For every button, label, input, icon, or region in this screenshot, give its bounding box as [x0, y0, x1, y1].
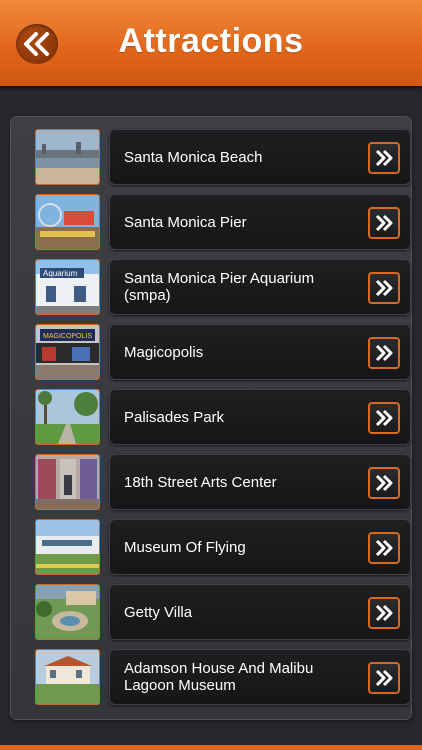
- double-chevron-right-icon: [375, 539, 393, 557]
- list-item[interactable]: Santa Monica Pier: [22, 194, 412, 252]
- double-chevron-right-icon: [375, 279, 393, 297]
- thumbnail-image: [35, 389, 100, 445]
- open-item-button[interactable]: [368, 402, 400, 434]
- list-item-label: Santa Monica Beach: [124, 148, 263, 166]
- list-item[interactable]: Palisades Park: [22, 389, 412, 447]
- list-item-card[interactable]: Magicopolis: [109, 324, 411, 380]
- list-item-label: Magicopolis: [124, 343, 204, 361]
- thumbnail-image: [35, 584, 100, 640]
- open-item-button[interactable]: [368, 662, 400, 694]
- list-item[interactable]: Adamson House And Malibu Lagoon Museum: [22, 649, 412, 707]
- page-title: Attractions: [118, 22, 304, 60]
- open-item-button[interactable]: [368, 597, 400, 629]
- double-chevron-right-icon: [375, 214, 393, 232]
- attractions-list: Santa Monica Beach Santa Monica Pier Aqu…: [11, 117, 411, 719]
- list-item-label: Santa Monica Pier Aquarium (smpa): [124, 270, 315, 304]
- list-item-card[interactable]: Santa Monica Pier: [109, 194, 411, 250]
- list-item[interactable]: Getty Villa: [22, 584, 412, 642]
- svg-text:Aquarium: Aquarium: [43, 269, 78, 278]
- list-item-card[interactable]: Santa Monica Beach: [109, 129, 411, 185]
- double-chevron-right-icon: [375, 669, 393, 687]
- list-item[interactable]: Museum Of Flying: [22, 519, 412, 577]
- list-item-card[interactable]: 18th Street Arts Center: [109, 454, 411, 510]
- list-item-card[interactable]: Palisades Park: [109, 389, 411, 445]
- app-header: Attractions: [0, 0, 422, 86]
- bottom-accent-bar: [0, 745, 422, 750]
- list-item[interactable]: Santa Monica Beach: [22, 129, 412, 187]
- open-item-button[interactable]: [368, 467, 400, 499]
- thumbnail-image: [35, 129, 100, 185]
- list-item-label: Palisades Park: [124, 408, 225, 426]
- open-item-button[interactable]: [368, 532, 400, 564]
- list-item-card[interactable]: Museum Of Flying: [109, 519, 411, 575]
- list-item-card[interactable]: Santa Monica Pier Aquarium (smpa): [109, 259, 411, 315]
- thumbnail-image: Aquarium: [35, 259, 100, 315]
- list-item-label: Santa Monica Pier: [124, 213, 247, 231]
- thumbnail-image: [35, 454, 100, 510]
- double-chevron-right-icon: [375, 344, 393, 362]
- list-item-card[interactable]: Adamson House And Malibu Lagoon Museum: [109, 649, 411, 705]
- open-item-button[interactable]: [368, 142, 400, 174]
- list-item-label: Adamson House And Malibu Lagoon Museum: [124, 660, 314, 694]
- list-item-label: 18th Street Arts Center: [124, 473, 277, 491]
- double-chevron-right-icon: [375, 149, 393, 167]
- list-item-card[interactable]: Getty Villa: [109, 584, 411, 640]
- open-item-button[interactable]: [368, 207, 400, 239]
- open-item-button[interactable]: [368, 337, 400, 369]
- double-chevron-right-icon: [375, 409, 393, 427]
- double-chevron-right-icon: [375, 474, 393, 492]
- open-item-button[interactable]: [368, 272, 400, 304]
- thumbnail-image: MAGICOPOLIS: [35, 324, 100, 380]
- svg-text:MAGICOPOLIS: MAGICOPOLIS: [43, 333, 92, 340]
- list-item[interactable]: MAGICOPOLIS Magicopolis: [22, 324, 412, 382]
- thumbnail-image: [35, 194, 100, 250]
- list-item[interactable]: Aquarium Santa Monica Pier Aquarium (smp…: [22, 259, 412, 317]
- list-item[interactable]: 18th Street Arts Center: [22, 454, 412, 512]
- list-item-label: Getty Villa: [124, 603, 193, 621]
- list-item-label: Museum Of Flying: [124, 538, 246, 556]
- double-chevron-right-icon: [375, 604, 393, 622]
- thumbnail-image: [35, 649, 100, 705]
- thumbnail-image: [35, 519, 100, 575]
